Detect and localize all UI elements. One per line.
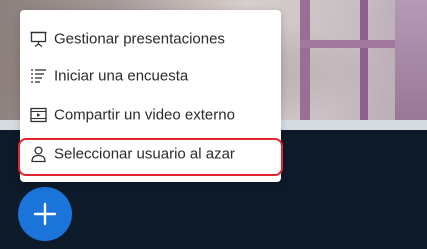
actions-plus-button[interactable] [18, 187, 72, 241]
menu-item-share-external-video[interactable]: Compartir un video externo [20, 96, 281, 134]
menu-item-label: Iniciar una encuesta [54, 67, 189, 85]
background-frame-corner [395, 0, 427, 120]
plus-icon [32, 201, 58, 227]
menu-item-label: Gestionar presentaciones [54, 30, 225, 48]
actions-menu: Gestionar presentaciones Iniciar una enc… [20, 10, 281, 182]
menu-item-label: Seleccionar usuario al azar [54, 145, 235, 163]
background-frame-bar [360, 0, 368, 120]
menu-item-start-poll[interactable]: Iniciar una encuesta [20, 57, 281, 95]
background-frame-bar [300, 0, 310, 120]
presentation-icon [30, 31, 47, 48]
menu-item-label: Compartir un video externo [54, 106, 235, 124]
poll-list-icon [30, 68, 47, 85]
video-icon [30, 107, 47, 124]
menu-item-select-random-user[interactable]: Seleccionar usuario al azar [20, 135, 281, 173]
menu-item-manage-presentations[interactable]: Gestionar presentaciones [20, 20, 281, 58]
user-icon [30, 146, 47, 163]
